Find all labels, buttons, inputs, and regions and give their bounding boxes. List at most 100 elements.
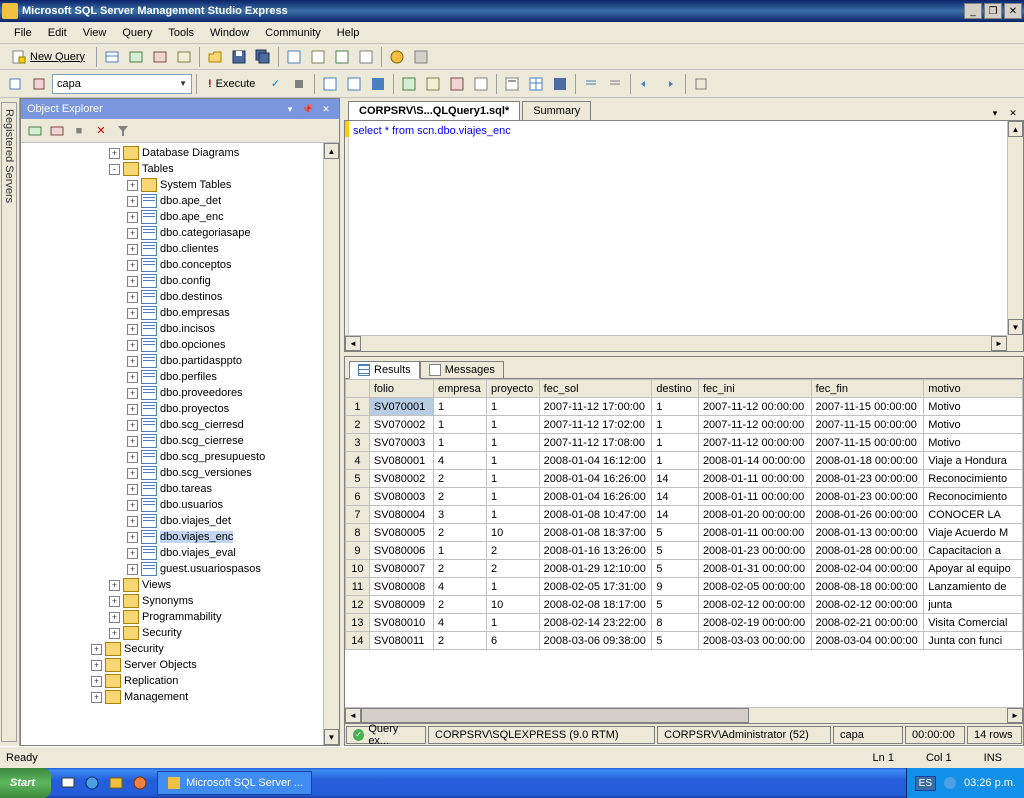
tree-table[interactable]: +dbo.destinos [23,289,337,305]
table-cell[interactable]: 2008-01-20 00:00:00 [698,506,811,524]
table-cell[interactable]: Viaje Acuerdo M [924,524,1023,542]
tree-toggle-icon[interactable]: + [127,196,138,207]
toolbar-icon[interactable] [446,73,468,95]
tree-toggle-icon[interactable]: + [127,548,138,559]
toolbar-icon[interactable] [343,73,365,95]
tree-toggle-icon[interactable]: + [109,628,120,639]
table-cell[interactable]: 2007-11-15 00:00:00 [811,398,924,416]
tree-toggle-icon[interactable]: + [127,452,138,463]
table-cell[interactable]: SV070001 [369,398,433,416]
table-cell[interactable]: Viaje a Hondura [924,452,1023,470]
minimize-button[interactable]: _ [964,3,982,19]
tab-summary[interactable]: Summary [522,101,591,120]
toolbar-icon[interactable] [690,73,712,95]
table-cell[interactable]: 1 [652,398,699,416]
table-row[interactable]: 1SV070001112007-11-12 17:00:0012007-11-1… [346,398,1023,416]
table-cell[interactable]: 14 [652,488,699,506]
table-row[interactable]: 3SV070003112007-11-12 17:08:0012007-11-1… [346,434,1023,452]
toolbar-icon[interactable] [367,73,389,95]
indent-icon[interactable] [635,73,657,95]
tree-table[interactable]: +dbo.usuarios [23,497,337,513]
tree-toggle-icon[interactable]: + [127,468,138,479]
tray-icon[interactable] [942,775,958,791]
toolbar-icon[interactable] [319,73,341,95]
toolbar-icon[interactable] [355,46,377,68]
table-cell[interactable]: 2008-01-08 18:37:00 [539,524,652,542]
tree-toggle-icon[interactable]: + [127,276,138,287]
stop-icon[interactable]: ■ [69,121,89,141]
table-cell[interactable]: 2008-02-05 17:31:00 [539,578,652,596]
table-cell[interactable]: 1 [487,416,540,434]
table-cell[interactable]: 2007-11-12 00:00:00 [698,416,811,434]
table-cell[interactable]: 2008-01-13 00:00:00 [811,524,924,542]
tree-toggle-icon[interactable]: + [91,660,102,671]
tree-toggle-icon[interactable]: + [91,676,102,687]
column-header[interactable]: empresa [433,380,486,398]
table-cell[interactable]: 2 [433,524,486,542]
table-cell[interactable]: SV080007 [369,560,433,578]
tree-table[interactable]: +dbo.scg_versiones [23,465,337,481]
table-cell[interactable]: 5 [652,524,699,542]
table-cell[interactable]: SV080011 [369,632,433,650]
table-cell[interactable]: 2007-11-12 00:00:00 [698,398,811,416]
table-cell[interactable]: Apoyar al equipo [924,560,1023,578]
tree-table[interactable]: +dbo.categoriasape [23,225,337,241]
table-cell[interactable]: 8 [652,614,699,632]
menu-community[interactable]: Community [257,24,329,42]
table-cell[interactable]: Lanzamiento de [924,578,1023,596]
menu-query[interactable]: Query [114,24,160,42]
table-cell[interactable]: 2008-01-18 00:00:00 [811,452,924,470]
tree-folder[interactable]: +Management [23,689,337,705]
tree-toggle-icon[interactable]: + [109,148,120,159]
ql-media-icon[interactable] [129,772,151,794]
row-number[interactable]: 5 [346,470,370,488]
table-cell[interactable]: 1 [433,416,486,434]
table-cell[interactable]: 2008-01-23 00:00:00 [811,470,924,488]
table-cell[interactable]: 2008-01-23 00:00:00 [698,542,811,560]
table-cell[interactable]: 2008-02-19 00:00:00 [698,614,811,632]
tab-query[interactable]: CORPSRV\S...QLQuery1.sql* [348,101,520,120]
tree-folder[interactable]: +Replication [23,673,337,689]
table-cell[interactable]: 4 [433,452,486,470]
open-file-icon[interactable] [204,46,226,68]
table-cell[interactable]: 2008-03-03 00:00:00 [698,632,811,650]
tree-table[interactable]: +dbo.ape_det [23,193,337,209]
table-row[interactable]: 8SV0800052102008-01-08 18:37:0052008-01-… [346,524,1023,542]
dropdown-icon[interactable]: ▾ [283,102,297,116]
tree-toggle-icon[interactable]: + [109,580,120,591]
table-cell[interactable]: 4 [433,614,486,632]
table-cell[interactable]: 2008-01-23 00:00:00 [811,488,924,506]
tree-table[interactable]: +dbo.ape_enc [23,209,337,225]
tree-table[interactable]: +dbo.perfiles [23,369,337,385]
table-cell[interactable]: Capacitacion a [924,542,1023,560]
toolbar-icon[interactable] [386,46,408,68]
table-cell[interactable]: 9 [652,578,699,596]
tab-messages[interactable]: Messages [420,361,504,379]
refresh-icon[interactable]: ✕ [91,121,111,141]
tree-table[interactable]: +dbo.scg_cierrese [23,433,337,449]
table-cell[interactable]: junta [924,596,1023,614]
table-cell[interactable]: SV080003 [369,488,433,506]
table-cell[interactable]: SV070002 [369,416,433,434]
table-cell[interactable]: Junta con funci [924,632,1023,650]
row-number[interactable]: 9 [346,542,370,560]
table-cell[interactable]: 5 [652,632,699,650]
column-header[interactable]: folio [369,380,433,398]
row-number[interactable]: 3 [346,434,370,452]
tree-toggle-icon[interactable]: + [91,644,102,655]
table-cell[interactable]: 1 [487,506,540,524]
row-number[interactable]: 7 [346,506,370,524]
table-cell[interactable]: 2008-02-08 18:17:00 [539,596,652,614]
table-cell[interactable]: 2 [433,488,486,506]
toolbar-icon[interactable] [422,73,444,95]
menu-view[interactable]: View [75,24,115,42]
table-cell[interactable]: 2008-01-11 00:00:00 [698,470,811,488]
table-cell[interactable]: SV070003 [369,434,433,452]
table-row[interactable]: 14SV080011262008-03-06 09:38:0052008-03-… [346,632,1023,650]
tree-table[interactable]: +dbo.viajes_det [23,513,337,529]
table-row[interactable]: 6SV080003212008-01-04 16:26:00142008-01-… [346,488,1023,506]
results-grid[interactable]: folioempresaproyectofec_soldestinofec_in… [345,379,1023,723]
cancel-icon[interactable] [288,73,310,95]
table-cell[interactable]: 2008-01-14 00:00:00 [698,452,811,470]
toolbar-db-engine-icon[interactable] [101,46,123,68]
